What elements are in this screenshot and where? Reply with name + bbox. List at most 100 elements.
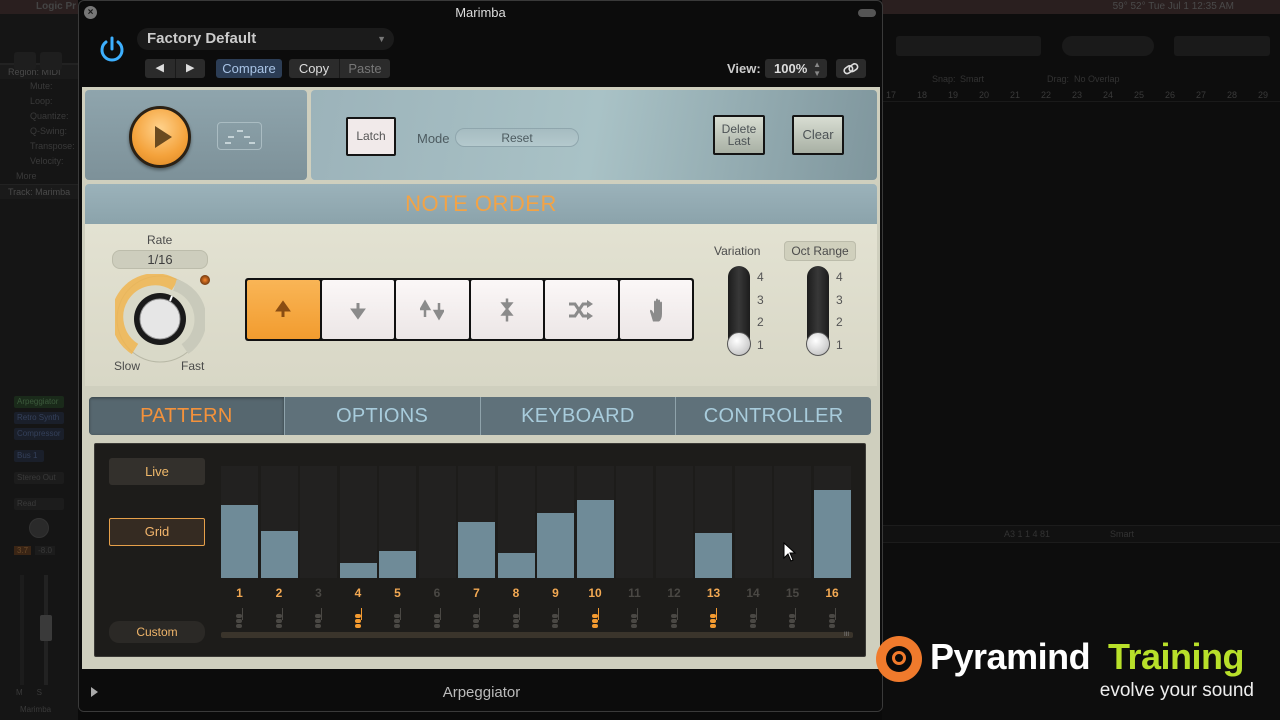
step-number[interactable]: 5	[379, 586, 416, 600]
snap-select[interactable]: Smart	[960, 74, 984, 84]
step-7[interactable]: 7	[458, 456, 495, 632]
note-order-outside-in-button[interactable]	[470, 280, 543, 339]
tie-icon[interactable]	[354, 608, 363, 628]
power-icon[interactable]	[97, 34, 127, 64]
master-volume-slider[interactable]	[1062, 36, 1154, 56]
slot-output[interactable]: Stereo Out	[14, 472, 64, 484]
view-zoom-select[interactable]: 100% ▲ ▼	[765, 59, 827, 78]
live-button[interactable]: Live	[109, 458, 205, 485]
note-order-down-button[interactable]	[321, 280, 394, 339]
step-velocity-bar[interactable]	[260, 531, 298, 578]
info-icon[interactable]	[40, 52, 62, 70]
note-order-random-button[interactable]	[545, 280, 618, 339]
rate-knob[interactable]	[115, 274, 205, 364]
inspector-row[interactable]: Transpose:	[0, 139, 78, 154]
volume-fader-handle[interactable]	[40, 615, 52, 641]
step-number[interactable]: 11	[616, 586, 653, 600]
step-number[interactable]: 13	[695, 586, 732, 600]
variation-slider[interactable]	[727, 266, 751, 356]
transport-buttons[interactable]	[896, 36, 1041, 56]
step-velocity-bar[interactable]	[221, 505, 258, 578]
step-number[interactable]: 1	[221, 586, 258, 600]
grid-button[interactable]: Grid	[109, 518, 205, 546]
step-6[interactable]: 6	[418, 456, 456, 632]
step-12[interactable]: 12	[655, 456, 693, 632]
pattern-length-bar[interactable]: III	[221, 632, 853, 638]
step-velocity-bar[interactable]	[576, 500, 614, 578]
step-8[interactable]: 8	[497, 456, 535, 632]
step-16[interactable]: 16	[813, 456, 851, 632]
step-velocity-bar[interactable]	[537, 513, 574, 578]
step-velocity-bar[interactable]	[497, 553, 535, 578]
tie-icon[interactable]	[591, 608, 600, 628]
inspector-row[interactable]: Quantize:	[0, 109, 78, 124]
step-slot[interactable]	[655, 466, 693, 578]
step-number[interactable]: 8	[498, 586, 535, 600]
step-number[interactable]: 16	[814, 586, 851, 600]
rate-value[interactable]: 1/16	[112, 250, 208, 269]
step-number[interactable]: 4	[340, 586, 377, 600]
view-buttons[interactable]	[1174, 36, 1270, 56]
chord-mode-button[interactable]	[217, 122, 262, 150]
tab-keyboard[interactable]: KEYBOARD	[481, 397, 677, 435]
tie-icon[interactable]	[828, 608, 837, 628]
tie-icon[interactable]	[710, 608, 718, 628]
step-10[interactable]: 10	[576, 456, 614, 632]
step-slot[interactable]	[734, 466, 772, 578]
automation-mode[interactable]: Read	[14, 498, 64, 510]
link-button[interactable]	[836, 59, 866, 78]
play-button[interactable]	[129, 106, 191, 168]
step-slot[interactable]	[418, 466, 456, 578]
step-number[interactable]: 7	[458, 586, 495, 600]
step-number[interactable]: 15	[774, 586, 811, 600]
editor-snap[interactable]: Smart	[1110, 529, 1134, 539]
previous-preset-button[interactable]: ◀	[145, 59, 176, 78]
step-velocity-bar[interactable]	[695, 533, 732, 578]
tie-icon[interactable]	[473, 608, 481, 628]
step-3[interactable]: 3	[300, 456, 337, 632]
step-slot[interactable]	[300, 466, 337, 578]
next-preset-button[interactable]: ▶	[176, 59, 206, 78]
drag-handle-icon[interactable]: III	[844, 632, 849, 638]
pan-knob[interactable]	[29, 518, 49, 538]
tie-icon[interactable]	[433, 608, 442, 628]
note-order-up-button[interactable]	[247, 280, 320, 339]
tie-icon[interactable]	[275, 608, 284, 628]
latch-button[interactable]: Latch	[346, 117, 396, 156]
step-number[interactable]: 2	[261, 586, 298, 600]
tie-icon[interactable]	[670, 608, 679, 628]
step-number[interactable]: 10	[577, 586, 614, 600]
variation-slider-thumb[interactable]	[727, 332, 751, 356]
step-13[interactable]: 13	[695, 456, 732, 632]
solo-button[interactable]: S	[37, 688, 42, 697]
tie-icon[interactable]	[631, 608, 639, 628]
slot-compressor[interactable]: Compressor	[14, 428, 64, 440]
step-slot[interactable]	[616, 466, 653, 578]
mode-select[interactable]: Reset	[455, 128, 579, 147]
tie-icon[interactable]	[552, 608, 560, 628]
inspector-row[interactable]: More	[0, 169, 78, 184]
inspector-row[interactable]: Loop:	[0, 94, 78, 109]
timeline-ruler[interactable]: 17 18 19 20 21 22 23 24 25 26 27 28 29	[882, 88, 1280, 102]
tie-icon[interactable]	[512, 608, 521, 628]
tie-icon[interactable]	[394, 608, 402, 628]
tie-icon[interactable]	[315, 608, 323, 628]
library-icon[interactable]	[14, 52, 36, 70]
step-number[interactable]: 12	[656, 586, 693, 600]
copy-button[interactable]: Copy	[289, 59, 340, 78]
custom-button[interactable]: Custom	[109, 621, 205, 643]
close-button[interactable]: ×	[84, 6, 97, 19]
note-order-up-down-button[interactable]	[396, 280, 469, 339]
step-5[interactable]: 5	[379, 456, 416, 632]
clear-button[interactable]: Clear	[792, 115, 844, 155]
tab-options[interactable]: OPTIONS	[285, 397, 481, 435]
step-number[interactable]: 3	[300, 586, 337, 600]
tab-controller[interactable]: CONTROLLER	[676, 397, 871, 435]
tie-icon[interactable]	[236, 608, 244, 628]
step-velocity-bar[interactable]	[458, 522, 495, 578]
step-slot[interactable]	[339, 466, 377, 578]
inspector-row[interactable]: Velocity:	[0, 154, 78, 169]
tie-icon[interactable]	[749, 608, 758, 628]
inspector-section-header[interactable]: Track: Marimba	[0, 184, 78, 199]
preset-select[interactable]: Factory Default ▼	[137, 28, 394, 50]
